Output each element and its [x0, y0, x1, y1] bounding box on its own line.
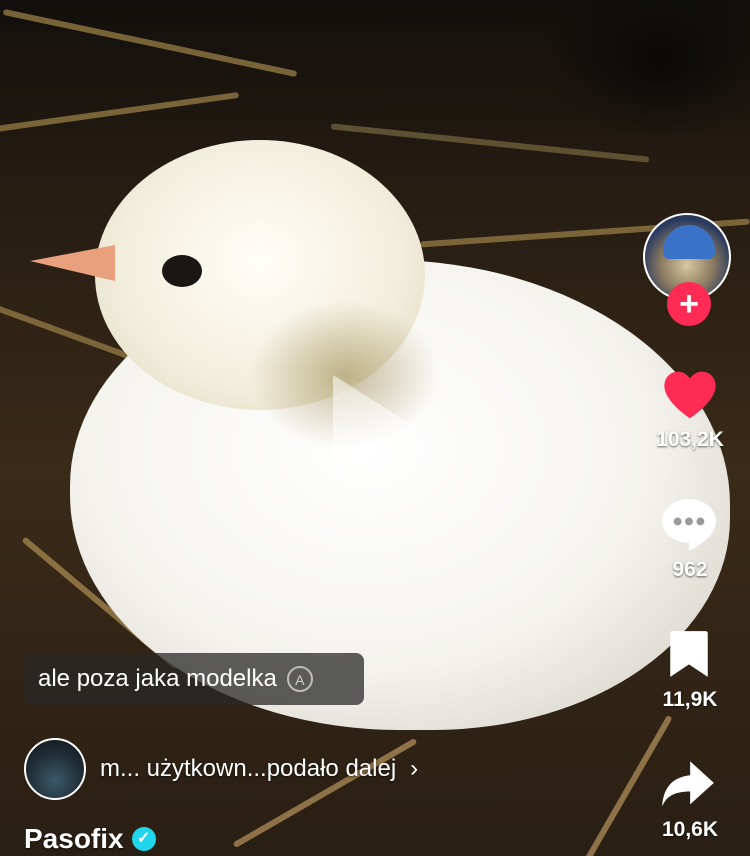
straw-decoration — [0, 91, 240, 135]
play-icon[interactable] — [333, 375, 417, 481]
straw-decoration — [2, 8, 298, 78]
like-count: 103,2K — [656, 428, 724, 451]
plus-icon: + — [679, 285, 699, 323]
caption-box[interactable]: ale poza jaka modelka A — [24, 653, 364, 705]
comment-count: 962 — [672, 558, 708, 581]
avatar-image — [663, 225, 715, 259]
verified-badge-icon: ✓ — [131, 827, 156, 851]
comment-dot — [696, 517, 705, 526]
straw-decoration — [330, 123, 650, 163]
author-username[interactable]: Pasofix — [24, 823, 124, 855]
save-count: 11,9K — [662, 688, 718, 711]
caption-text: ale poza jaka modelka — [38, 665, 277, 692]
translate-icon[interactable]: A — [286, 666, 313, 692]
like-button[interactable] — [662, 368, 718, 422]
comment-button[interactable] — [660, 497, 718, 553]
share-count: 10,6K — [661, 818, 719, 841]
chick-beak — [30, 245, 115, 281]
follow-button[interactable]: + — [667, 282, 711, 326]
share-button[interactable] — [660, 758, 716, 812]
repost-avatar[interactable] — [24, 738, 86, 800]
comment-dot — [673, 517, 682, 526]
share-icon — [662, 761, 714, 807]
repost-row[interactable]: m... użytkown...podało dalej › — [24, 736, 418, 802]
save-button[interactable] — [668, 629, 710, 679]
comment-dot — [685, 517, 693, 526]
chevron-right-icon: › — [410, 755, 419, 782]
bookmark-icon — [670, 631, 708, 677]
heart-icon — [664, 371, 716, 419]
chick-eye — [162, 255, 202, 287]
author-row[interactable]: Pasofix ✓ — [24, 823, 156, 855]
repost-text: m... użytkown...podało dalej — [100, 755, 397, 782]
